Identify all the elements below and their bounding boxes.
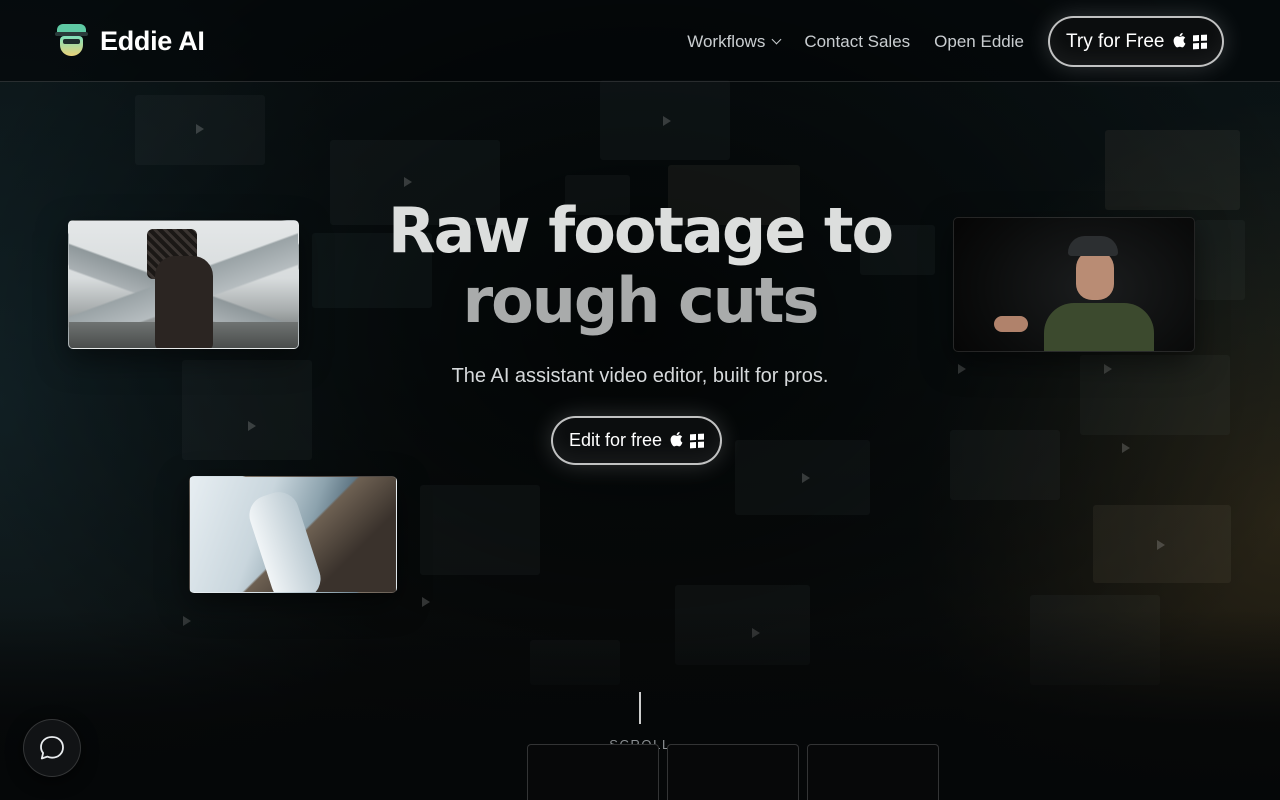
windows-icon [690, 433, 704, 448]
hero-title: Raw footage to rough cuts [340, 196, 940, 336]
climber-video-thumbnail [68, 220, 299, 349]
nav-workflows-dropdown[interactable]: Workflows [687, 31, 782, 52]
preview-card[interactable] [667, 744, 799, 800]
windows-icon [1192, 34, 1206, 49]
nav-workflows-label: Workflows [687, 31, 766, 51]
brand-logo[interactable]: Eddie AI [55, 24, 205, 58]
chat-button[interactable] [23, 719, 81, 777]
edit-for-free-label: Edit for free [569, 430, 663, 450]
presenter-video-thumbnail [953, 217, 1195, 352]
preview-card[interactable] [807, 744, 939, 800]
eddie-face-logo-icon [55, 24, 88, 58]
scroll-indicator-line [639, 692, 641, 724]
try-for-free-label: Try for Free [1065, 30, 1165, 52]
nav-contact-sales[interactable]: Contact Sales [804, 32, 910, 52]
apple-icon [1173, 32, 1186, 51]
glacier-video-thumbnail [189, 476, 397, 593]
chevron-down-icon [771, 34, 782, 45]
edit-for-free-button[interactable]: Edit for free [551, 416, 722, 465]
hero-title-line2: rough cuts [462, 264, 820, 337]
hero-title-line1: Raw footage to [387, 194, 894, 267]
preview-card[interactable] [527, 744, 659, 800]
apple-icon [670, 431, 683, 450]
try-for-free-button[interactable]: Try for Free [1047, 16, 1224, 67]
chat-bubble-icon [40, 736, 64, 760]
main-nav: Workflows Contact Sales Open Eddie Try f… [687, 16, 1224, 67]
nav-open-eddie[interactable]: Open Eddie [934, 32, 1024, 52]
site-header: Eddie AI Workflows Contact Sales Open Ed… [0, 0, 1280, 82]
brand-name: Eddie AI [100, 25, 205, 56]
hero-subtitle: The AI assistant video editor, built for… [451, 365, 829, 387]
